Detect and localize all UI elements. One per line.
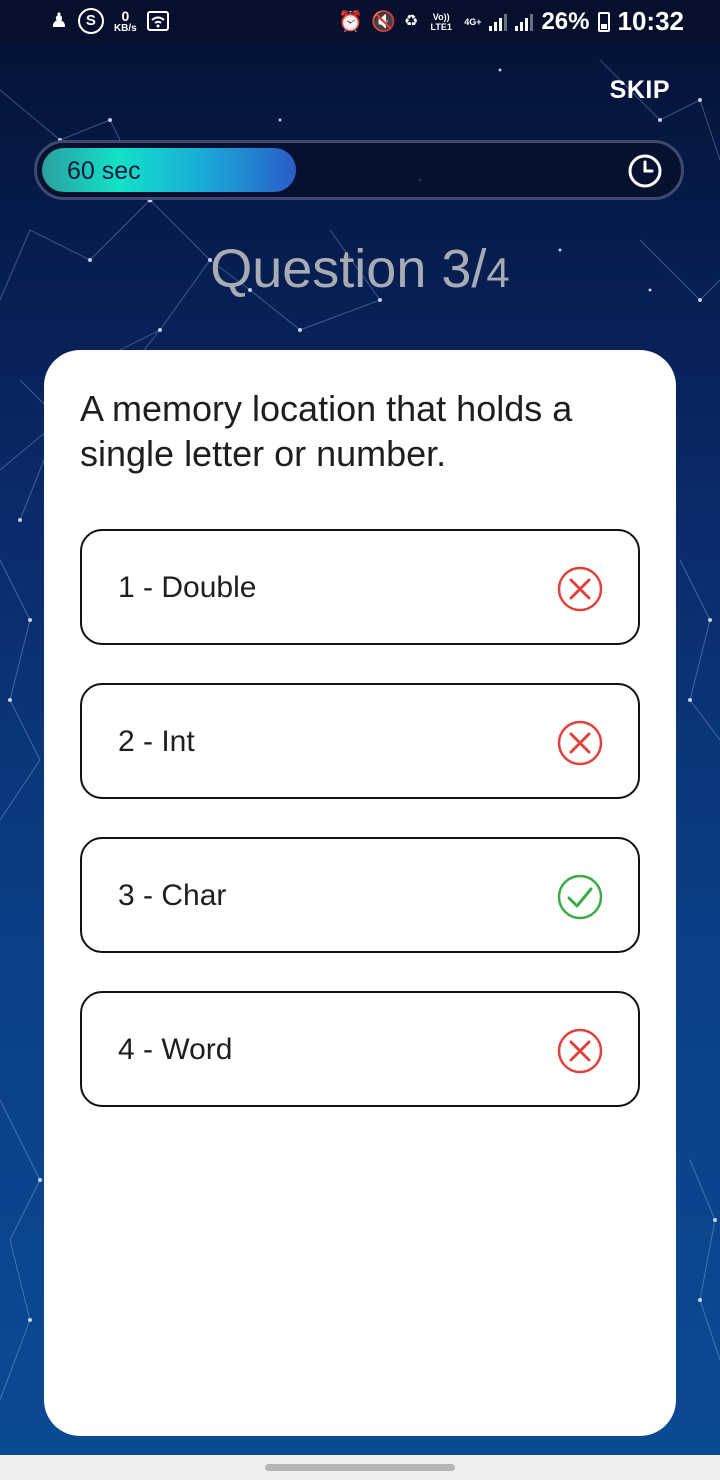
clock-icon xyxy=(628,154,662,188)
close-circle-icon xyxy=(557,566,603,612)
question-counter-total: 4 xyxy=(486,249,510,296)
answer-option-label: 1 - Double xyxy=(118,571,257,604)
clock-time: 10:32 xyxy=(617,6,685,36)
net-speed: 0 KB/s xyxy=(114,9,137,34)
status-right-icons: ⏰ 🔇 ♻ Vo)) LTE1 4G+ 26% 10:32 xyxy=(338,6,684,37)
question-counter: Question 3/4 xyxy=(0,238,720,300)
close-circle-icon xyxy=(557,720,603,766)
answer-option-label: 3 - Char xyxy=(118,879,227,912)
net-speed-value: 0 xyxy=(121,7,130,24)
answer-option-1[interactable]: 1 - Double xyxy=(80,529,640,645)
status-left-icons: ♟ S 0 KB/s xyxy=(50,8,169,34)
timer-label: 60 sec xyxy=(67,157,141,185)
answer-option-3[interactable]: 3 - Char xyxy=(80,837,640,953)
net-speed-unit: KB/s xyxy=(113,22,137,34)
volte-label: Vo)) LTE1 xyxy=(430,11,452,32)
network-type: 4G+ xyxy=(464,16,482,27)
battery-percent: 26% xyxy=(541,7,590,35)
close-circle-icon xyxy=(557,1028,603,1074)
question-card: A memory location that holds a single le… xyxy=(44,350,676,1436)
alarm-icon: ⏰ xyxy=(338,10,363,33)
countdown-timer-bar: 60 sec xyxy=(34,140,684,200)
skip-button[interactable]: SKIP xyxy=(610,76,670,105)
battery-charging-icon xyxy=(597,11,610,32)
wifi-icon xyxy=(146,11,169,31)
signal-strength-1-icon xyxy=(489,13,508,31)
check-circle-icon xyxy=(557,874,603,920)
battery-saver-icon: ♻ xyxy=(403,12,419,30)
answer-option-2[interactable]: 2 - Int xyxy=(80,683,640,799)
person-icon: ♟ xyxy=(50,10,68,32)
status-bar: ♟ S 0 KB/s ⏰ 🔇 ♻ Vo)) LTE1 4G+ 26% 10:32 xyxy=(0,0,720,42)
system-navigation-bar xyxy=(0,1455,720,1480)
s-app-icon: S xyxy=(77,8,104,34)
home-gesture-handle[interactable] xyxy=(265,1464,455,1471)
question-text: A memory location that holds a single le… xyxy=(80,388,573,474)
answer-option-label: 2 - Int xyxy=(118,725,195,758)
signal-strength-2-icon xyxy=(515,13,534,31)
answer-option-label: 4 - Word xyxy=(118,1033,233,1066)
mute-icon: 🔇 xyxy=(370,10,396,33)
question-counter-prefix: Question 3/ xyxy=(210,239,487,299)
answer-option-4[interactable]: 4 - Word xyxy=(80,991,640,1107)
